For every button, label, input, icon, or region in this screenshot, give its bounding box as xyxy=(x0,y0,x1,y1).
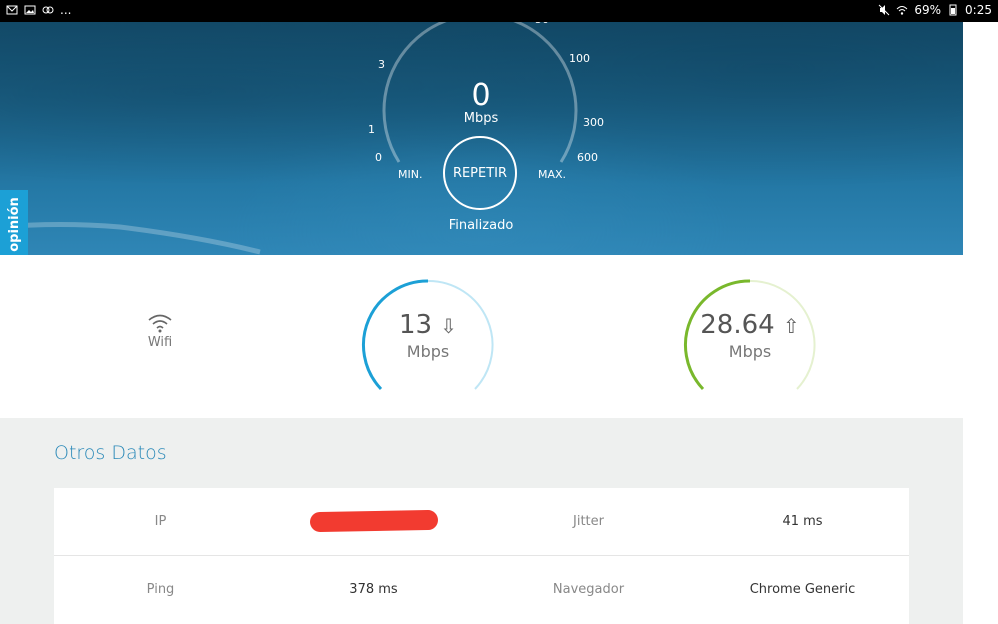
connection-label: Wifi xyxy=(147,335,173,350)
gauge-scale-50: 50 xyxy=(535,22,549,26)
test-status: Finalizado xyxy=(448,218,514,233)
mail-icon xyxy=(6,5,18,15)
table-row: Ping 378 ms Navegador Chrome Generic xyxy=(54,555,909,622)
image-icon xyxy=(24,5,36,15)
ip-label: IP xyxy=(154,513,167,529)
mute-icon xyxy=(879,4,890,16)
browser-label: Navegador xyxy=(552,581,625,597)
battery-icon xyxy=(949,4,957,16)
right-gutter xyxy=(963,22,998,624)
repeat-test-button[interactable]: REPETIR xyxy=(443,136,517,210)
other-data-title: Otros Datos xyxy=(54,442,167,464)
connection-type: Wifi xyxy=(140,313,180,350)
jitter-label: Jitter xyxy=(573,513,604,529)
other-data-section: Otros Datos IP Jitter 41 ms Ping 378 ms … xyxy=(0,418,963,624)
gauge-scale-100: 100 xyxy=(569,52,590,65)
download-arrow-icon: ⇩ xyxy=(440,314,458,338)
ping-label: Ping xyxy=(146,581,175,597)
download-speed: 13 ⇩ xyxy=(358,310,498,340)
gauge-scale-300: 300 xyxy=(583,116,604,129)
wifi-icon xyxy=(148,314,172,333)
status-bar: ... 69% 0:25 xyxy=(0,0,998,22)
status-ellipsis: ... xyxy=(60,3,72,17)
download-value: 13 xyxy=(398,310,433,340)
gauge-scale-3: 3 xyxy=(378,58,385,71)
upload-arrow-icon: ⇧ xyxy=(782,314,800,338)
gauge-speed-value: 0 xyxy=(471,78,491,113)
gauge-max-label: MAX. xyxy=(538,168,567,181)
table-row: IP Jitter 41 ms xyxy=(54,488,909,554)
gauge-scale-1: 1 xyxy=(368,123,375,136)
redacted-mark xyxy=(309,509,438,533)
download-unit: Mbps xyxy=(406,342,450,361)
link-icon xyxy=(42,6,54,14)
gauge-speed-unit: Mbps xyxy=(463,111,499,126)
other-data-table: IP Jitter 41 ms Ping 378 ms Navegador Ch… xyxy=(54,488,909,624)
speed-gauge-panel: 0 1 3 50 100 300 600 MIN. MAX. 0 Mbps RE… xyxy=(0,22,963,255)
gauge-scale-600: 600 xyxy=(577,151,598,164)
battery-percent: 69% xyxy=(914,3,942,17)
gauge-scale-0: 0 xyxy=(375,151,382,164)
browser-value: Chrome Generic xyxy=(749,581,856,597)
wifi-status-icon xyxy=(897,6,908,15)
ping-value: 378 ms xyxy=(349,581,398,597)
clock: 0:25 xyxy=(965,3,992,17)
jitter-value: 41 ms xyxy=(782,513,823,529)
upload-unit: Mbps xyxy=(728,342,772,361)
gauge-min-label: MIN. xyxy=(398,168,423,181)
upload-value: 28.64 xyxy=(700,310,775,340)
results-panel: Wifi 13 ⇩ Mbps 28.64 ⇧ Mbps xyxy=(0,255,963,418)
ip-value xyxy=(267,488,480,554)
upload-speed: 28.64 ⇧ xyxy=(680,310,820,340)
